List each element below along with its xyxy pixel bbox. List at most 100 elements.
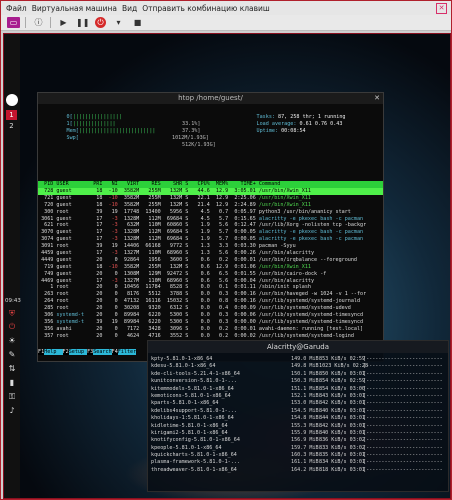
column-header[interactable]: Command bbox=[259, 181, 284, 187]
fn-label[interactable]: Search bbox=[93, 349, 112, 355]
battery-icon[interactable]: ▮ bbox=[7, 378, 17, 388]
menu-send-keys[interactable]: Отправить комбинацию клавиш bbox=[142, 4, 270, 13]
process-row[interactable]: 4459 guest 17 -3 1327M 110M 68960 S 1.3 … bbox=[38, 250, 383, 257]
fn-label[interactable]: Setup bbox=[68, 349, 88, 355]
process-row[interactable]: 285 root 20 0 30208 9320 6312 S 0.0 0.4 … bbox=[38, 305, 383, 312]
fn-key[interactable]: F2 bbox=[62, 349, 69, 355]
menu-view[interactable]: Вид bbox=[122, 4, 137, 13]
column-header[interactable]: NI bbox=[105, 181, 120, 187]
power-off-icon[interactable]: ⏻ bbox=[95, 17, 106, 28]
process-cell: 17 bbox=[90, 229, 106, 236]
fn-label[interactable]: Filter bbox=[117, 349, 137, 355]
process-row[interactable]: 356 avahi 20 0 7172 3428 3096 S 0.0 0.2 … bbox=[38, 326, 383, 333]
workspace-2[interactable]: 2 bbox=[6, 121, 17, 131]
process-row[interactable]: 1 root 20 0 10456 11784 8528 S 0.0 0.1 0… bbox=[38, 284, 383, 291]
process-cell: /usr/lib/Xorg -nolisten tcp -backgr bbox=[258, 222, 370, 229]
stop-icon[interactable]: ■ bbox=[131, 17, 144, 28]
menu-file[interactable]: Файл bbox=[6, 4, 27, 13]
process-row[interactable]: 719 guest 18 -10 3582M 255M 132M S 0.6 1… bbox=[38, 264, 383, 271]
process-row[interactable]: 356 systemd-t 39 19 89984 6220 5300 S 0.… bbox=[38, 319, 383, 326]
process-row[interactable]: 720 guest 18 -10 3582M 255M 132M S 21.4 … bbox=[38, 202, 383, 209]
close-icon[interactable]: ✕ bbox=[374, 93, 380, 104]
shield-icon[interactable]: ⛨ bbox=[7, 309, 17, 319]
progress-bar: [------------------------------ bbox=[363, 459, 443, 466]
package-name: kholidays-1:5.81.0-1-x86_64 bbox=[151, 415, 234, 422]
power-icon[interactable]: ⏻ bbox=[7, 322, 17, 332]
process-row[interactable]: 3074 guest 17 -3 1328M 112M 69684 S 1.9 … bbox=[38, 236, 383, 243]
column-header[interactable]: SHR bbox=[164, 181, 185, 187]
process-cell: 3582M bbox=[120, 188, 143, 194]
process-cell: 3600 bbox=[163, 256, 186, 263]
vbox-menubar: Файл Виртуальная машина Вид Отправить ко… bbox=[1, 1, 451, 15]
download-size: 159.7 MiB bbox=[291, 444, 319, 451]
fn-key[interactable]: F4 bbox=[111, 349, 118, 355]
process-table-header[interactable]: PID USER PRI NI VIRT RES SHR S CPU% MEM%… bbox=[38, 181, 383, 188]
pen-icon[interactable]: ✎ bbox=[7, 350, 17, 360]
column-header[interactable]: USER bbox=[56, 181, 90, 187]
process-cell: root bbox=[56, 243, 91, 250]
play-icon[interactable]: ▶ bbox=[57, 17, 70, 28]
volume-icon[interactable]: ♪ bbox=[7, 406, 17, 416]
process-cell: 0.0 bbox=[194, 312, 213, 319]
process-cell: 12.9 bbox=[212, 188, 232, 194]
column-header[interactable]: PID bbox=[38, 181, 56, 187]
process-cell: 18 bbox=[90, 263, 106, 270]
process-row[interactable]: 621 root 17 -3 632M 110M 60860 S 1.9 5.6… bbox=[38, 222, 383, 229]
process-row[interactable]: 264 root 20 0 47132 16116 15032 S 0.0 0.… bbox=[38, 298, 383, 305]
download-row: kquickcharts-5.81.0-1-x86_64 160.3 MiB835… bbox=[151, 452, 443, 459]
display-icon[interactable]: ▭ bbox=[7, 17, 20, 28]
process-cell: root bbox=[56, 305, 91, 312]
brightness-icon[interactable]: ☀ bbox=[7, 336, 17, 346]
htop-titlebar[interactable]: htop /home/guest/ ✕ bbox=[38, 93, 383, 104]
lock-icon[interactable]: ⚿ bbox=[7, 392, 17, 402]
process-cell: 1328M bbox=[120, 215, 143, 222]
column-header[interactable]: VIRT bbox=[121, 181, 142, 187]
process-row[interactable]: 4469 guest 17 -3 1327M 110M 68960 S 0.6 … bbox=[38, 278, 383, 285]
process-cell: 0.0 bbox=[194, 284, 213, 291]
chevron-down-icon[interactable]: ▾ bbox=[112, 17, 125, 28]
process-cell: 69684 bbox=[163, 215, 186, 222]
process-cell: 19 bbox=[105, 318, 121, 325]
process-cell: 719 bbox=[38, 263, 57, 270]
vbox-toolbar: ▭ ⓘ ▶ ❚❚ ⏻ ▾ ■ bbox=[1, 15, 451, 31]
process-row[interactable]: 300 root 39 19 17748 13400 5956 S 4.5 0.… bbox=[38, 209, 383, 216]
process-cell: 0 bbox=[105, 256, 121, 263]
process-cell: -10 bbox=[105, 194, 121, 201]
process-row[interactable]: 4449 guest 20 0 92864 1956 3600 S 0.6 0.… bbox=[38, 257, 383, 264]
pause-icon[interactable]: ❚❚ bbox=[76, 17, 89, 28]
download-speed: 844 KiB/s 03:01 bbox=[319, 415, 366, 422]
close-icon[interactable]: ✕ bbox=[436, 3, 447, 14]
process-row[interactable]: 306 systemd-t 20 0 89984 6220 5300 S 0.0… bbox=[38, 312, 383, 319]
column-header[interactable]: CPU% bbox=[194, 181, 212, 187]
process-cell: 749 bbox=[38, 270, 57, 277]
fn-label[interactable]: Help bbox=[44, 349, 63, 355]
process-row[interactable]: 3070 guest 17 -3 1328M 112M 69684 S 1.9 … bbox=[38, 229, 383, 236]
process-cell: 19 bbox=[105, 208, 121, 215]
menu-machine[interactable]: Виртуальная машина bbox=[32, 4, 117, 13]
mem-bar: ||||||||||||||||||||||||| bbox=[78, 127, 156, 134]
column-header[interactable]: RES bbox=[142, 181, 163, 187]
network-icon[interactable]: ⇅ bbox=[7, 364, 17, 374]
process-row[interactable]: 3091 root 39 19 14406 66168 9772 S 1.3 3… bbox=[38, 243, 383, 250]
htop-window[interactable]: htop /home/guest/ ✕ 0[|||||||||||||||| 3… bbox=[37, 92, 384, 362]
process-row[interactable]: 3061 guest 17 -3 1328M 112M 69684 S 4.5 … bbox=[38, 216, 383, 223]
process-cell: 0 bbox=[105, 312, 121, 319]
process-cell: 69684 bbox=[163, 236, 186, 243]
process-cell: 0.1 bbox=[212, 284, 232, 291]
process-row[interactable]: 749 guest 20 0 1308M 129M 92472 S 0.6 6.… bbox=[38, 271, 383, 278]
info-icon[interactable]: ⓘ bbox=[32, 17, 45, 28]
process-row[interactable]: 263 root 20 0 8176 5512 3788 S 0.0 0.3 0… bbox=[38, 291, 383, 298]
workspace-1[interactable]: 1 bbox=[6, 110, 17, 120]
process-cell: alacritty -e pkexec bash -c pacman bbox=[258, 229, 367, 236]
process-row[interactable]: 357 root 20 0 4624 4716 3552 S 0.0 0.2 0… bbox=[38, 333, 383, 340]
garuda-logo-icon[interactable] bbox=[6, 94, 18, 106]
alacritty-window[interactable]: Alacritty@Garuda kpty-5.81.0-1-x86_64 149… bbox=[147, 340, 449, 492]
process-row[interactable]: 728 guest 18 -10 3582M 255M 132M S 44.6 … bbox=[38, 188, 383, 195]
process-row[interactable]: 721 guest 18 -10 3582M 255M 132M S 22.1 … bbox=[38, 195, 383, 202]
process-cell: 2:25.06 bbox=[231, 194, 259, 201]
column-header[interactable]: PRI bbox=[90, 181, 105, 187]
column-header[interactable]: MEM% bbox=[213, 181, 231, 187]
process-cell: 5.6 bbox=[212, 250, 232, 257]
column-header[interactable]: TIME+ bbox=[231, 181, 259, 187]
download-size: 155.9 MiB bbox=[291, 429, 319, 436]
